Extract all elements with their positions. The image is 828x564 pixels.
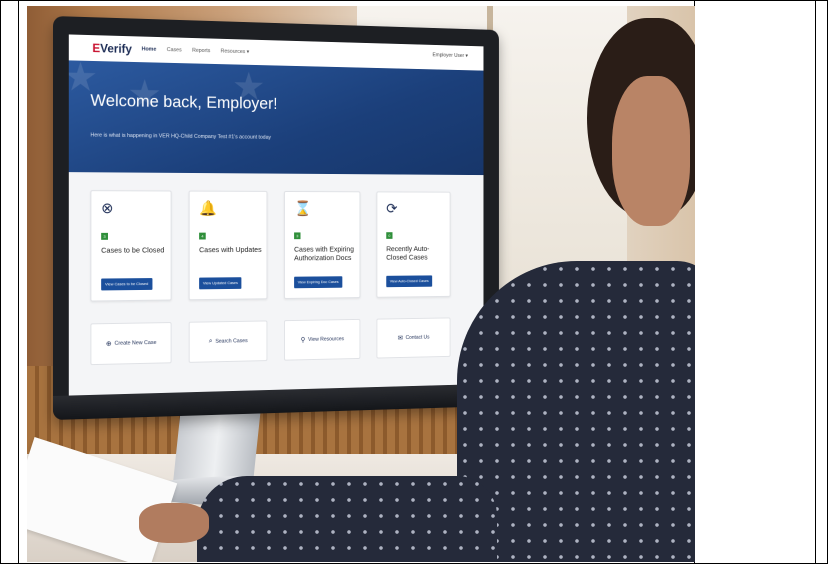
everify-logo[interactable]: EVerify: [92, 41, 132, 56]
view-auto-closed-cases-button[interactable]: View Auto-Closed Cases: [386, 275, 433, 288]
tile-label: Contact Us: [405, 334, 430, 341]
view-cases-to-be-closed-button[interactable]: View Cases to be Closed: [101, 278, 153, 291]
tile-label: View Resources: [308, 336, 345, 343]
monitor-screen: EVerify Home Cases Reports Resources ▾ E…: [68, 34, 484, 396]
nav-reports[interactable]: Reports: [192, 48, 210, 54]
person-arm: [197, 476, 497, 562]
card-cases-to-be-closed: ⊗ 3 Cases to be Closed View Cases to be …: [90, 190, 172, 302]
search-icon: ⌕: [208, 337, 213, 345]
frame-divider-left: [18, 1, 19, 563]
view-expiring-doc-cases-button[interactable]: View Expiring Doc Cases: [294, 276, 343, 289]
frame-divider-right: [815, 1, 816, 563]
card-cases-with-updates: 🔔 4 Cases with Updates View Updated Case…: [188, 190, 268, 301]
refresh-icon: ⟳: [386, 200, 398, 218]
pin-icon: ⚲: [300, 337, 306, 344]
view-resources-button[interactable]: ⚲ View Resources: [284, 318, 361, 361]
circle-x-icon: ⊗: [101, 200, 114, 218]
count-badge: 4: [199, 232, 206, 240]
search-cases-button[interactable]: ⌕ Search Cases: [188, 320, 268, 363]
count-badge: 3: [294, 232, 301, 240]
card-title: Cases with Expiring Authorization Docs: [294, 244, 354, 263]
welcome-banner: ★ ★ ★ Welcome back, Employer! Here is wh…: [68, 60, 484, 176]
count-badge: 3: [101, 232, 108, 240]
card-auto-closed: ⟳ 0 Recently Auto-Closed Cases View Auto…: [376, 191, 451, 298]
office-photo: EVerify Home Cases Reports Resources ▾ E…: [27, 6, 695, 562]
card-title: Cases to be Closed: [101, 245, 165, 255]
card-title: Cases with Updates: [199, 245, 262, 255]
create-new-case-button[interactable]: ⊕ Create New Case: [90, 322, 172, 366]
count-badge: 0: [386, 232, 393, 239]
nav-cases[interactable]: Cases: [167, 47, 182, 53]
page-title: Welcome back, Employer!: [90, 90, 278, 113]
card-expiring-docs: ⌛ 3 Cases with Expiring Authorization Do…: [284, 191, 361, 299]
monitor: EVerify Home Cases Reports Resources ▾ E…: [53, 16, 499, 420]
nav-resources[interactable]: Resources ▾: [221, 49, 250, 56]
person-face: [612, 76, 690, 226]
monitor-stand: [172, 404, 262, 486]
user-menu[interactable]: Employer User ▾: [432, 52, 467, 59]
page-subtitle: Here is what is happening in VER HQ-Chil…: [90, 132, 271, 141]
bell-icon: 🔔: [199, 200, 217, 218]
tile-label: Create New Case: [114, 339, 157, 347]
card-title: Recently Auto-Closed Cases: [386, 244, 430, 262]
mail-icon: ✉: [397, 335, 403, 342]
nav-home[interactable]: Home: [142, 46, 157, 52]
tile-label: Search Cases: [215, 338, 248, 345]
contact-us-button[interactable]: ✉ Contact Us: [376, 317, 451, 359]
plus-circle-icon: ⊕: [105, 340, 112, 348]
hourglass-icon: ⌛: [294, 200, 312, 218]
person-hand: [139, 503, 209, 543]
view-updated-cases-button[interactable]: View Updated Cases: [199, 277, 242, 290]
